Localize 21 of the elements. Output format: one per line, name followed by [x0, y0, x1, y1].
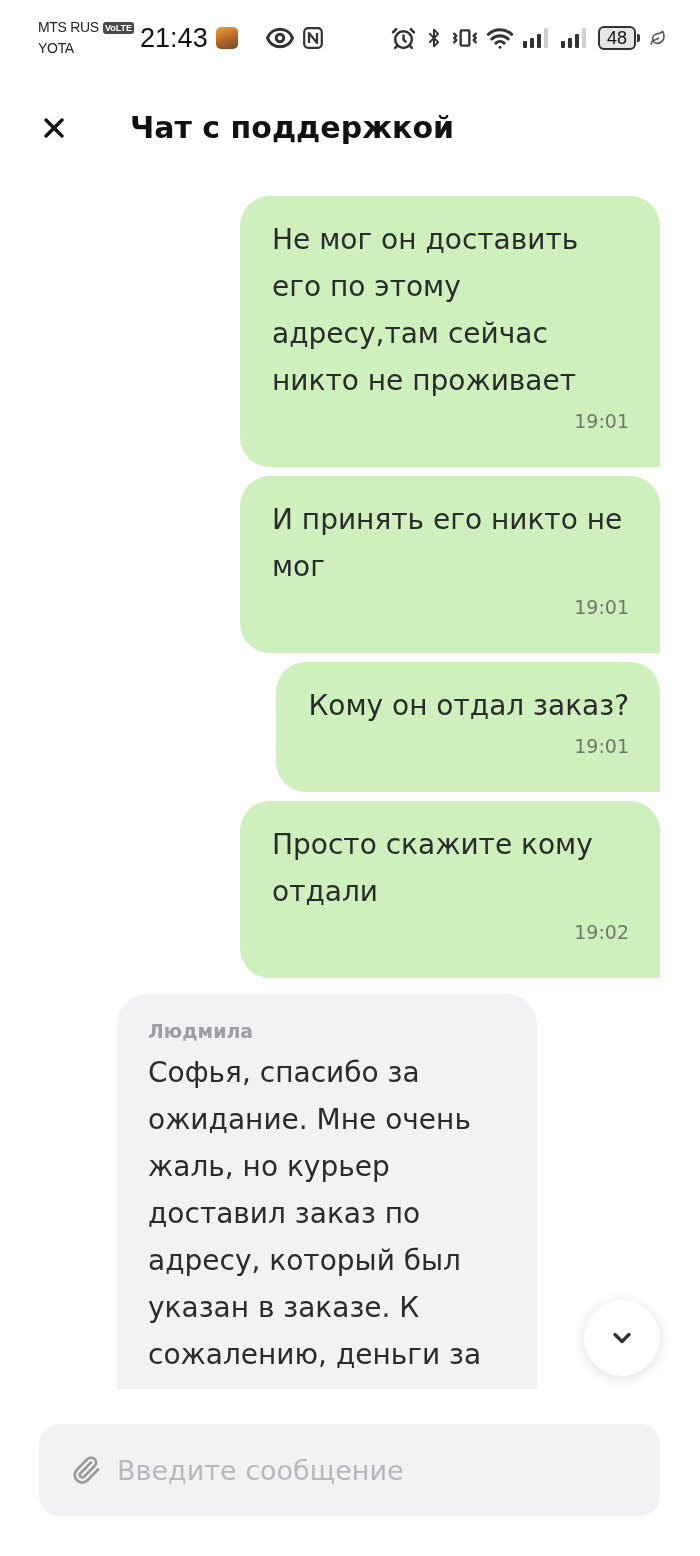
- alarm-icon: [391, 25, 416, 51]
- message-input[interactable]: Введите сообщение: [39, 1424, 660, 1516]
- message-text: Софья, спасибо за ожидание. Мне очень жаль, но курьер доставил заказ по адресу, который был указан в заказе. К сожалению, деньги за: [148, 1055, 483, 1373]
- paperclip-icon[interactable]: [71, 1455, 101, 1485]
- app-icon: [215, 27, 238, 49]
- carrier-name: MTS RUS: [38, 18, 99, 37]
- message-time: 19:01: [574, 595, 629, 620]
- leaf-icon: [650, 30, 666, 46]
- chat-title: Чат с поддержкой: [130, 108, 454, 147]
- carrier-name: YOTA: [38, 39, 74, 58]
- network-badge: VoLTE: [102, 21, 135, 34]
- sender-name: Людмила: [148, 1019, 255, 1044]
- status-time: 21:43: [140, 22, 208, 54]
- nfc-icon: [302, 27, 323, 49]
- message-text: И принять его никто не мог: [272, 502, 624, 585]
- message-text: Не мог он доставить его по этому адресу,там сейчас никто не проживает: [272, 222, 580, 399]
- message-time: 19:02: [574, 920, 629, 945]
- message-time: 19:01: [574, 734, 629, 759]
- message-text: Просто скажите кому отдали: [272, 827, 594, 910]
- message-text: Кому он отдал заказ?: [308, 688, 629, 724]
- message-time: 19:01: [574, 409, 629, 434]
